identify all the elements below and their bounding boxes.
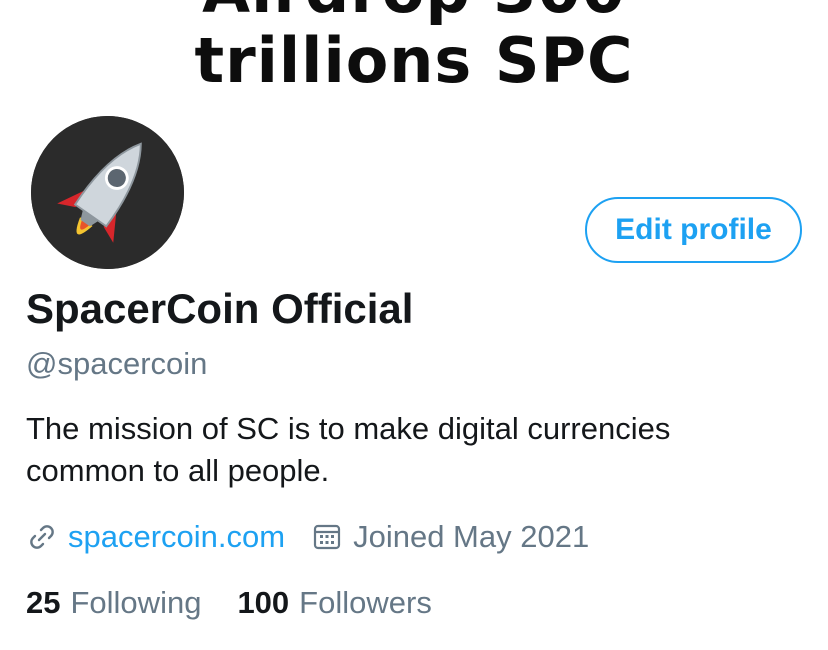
banner-text-line1: Airdrop 300 (0, 0, 828, 22)
following-count: 25 (26, 585, 61, 620)
banner-text-line2: trillions SPC (194, 24, 634, 97)
rocket-icon (31, 116, 184, 269)
display-name: SpacerCoin Official (26, 285, 414, 332)
profile-bio: The mission of SC is to make digital cur… (26, 411, 671, 488)
followers-stat[interactable]: 100 Followers (237, 585, 431, 621)
avatar[interactable] (27, 112, 188, 273)
followers-label: Followers (299, 585, 432, 620)
user-handle: @spacercoin (26, 346, 208, 381)
following-label: Following (70, 585, 202, 620)
joined-date: Joined May 2021 (353, 519, 590, 554)
link-icon (26, 521, 58, 553)
follow-stats: 25 Following 100 Followers (26, 582, 468, 624)
calendar-icon (311, 521, 343, 553)
edit-profile-button[interactable]: Edit profile (585, 197, 802, 263)
followers-count: 100 (237, 585, 290, 620)
website-link[interactable]: spacercoin.com (68, 519, 285, 555)
profile-meta: spacercoin.com Joined May 2021 (26, 516, 589, 558)
following-stat[interactable]: 25 Following (26, 585, 201, 621)
profile-banner[interactable]: Airdrop 300 trillions SPC (0, 0, 828, 112)
